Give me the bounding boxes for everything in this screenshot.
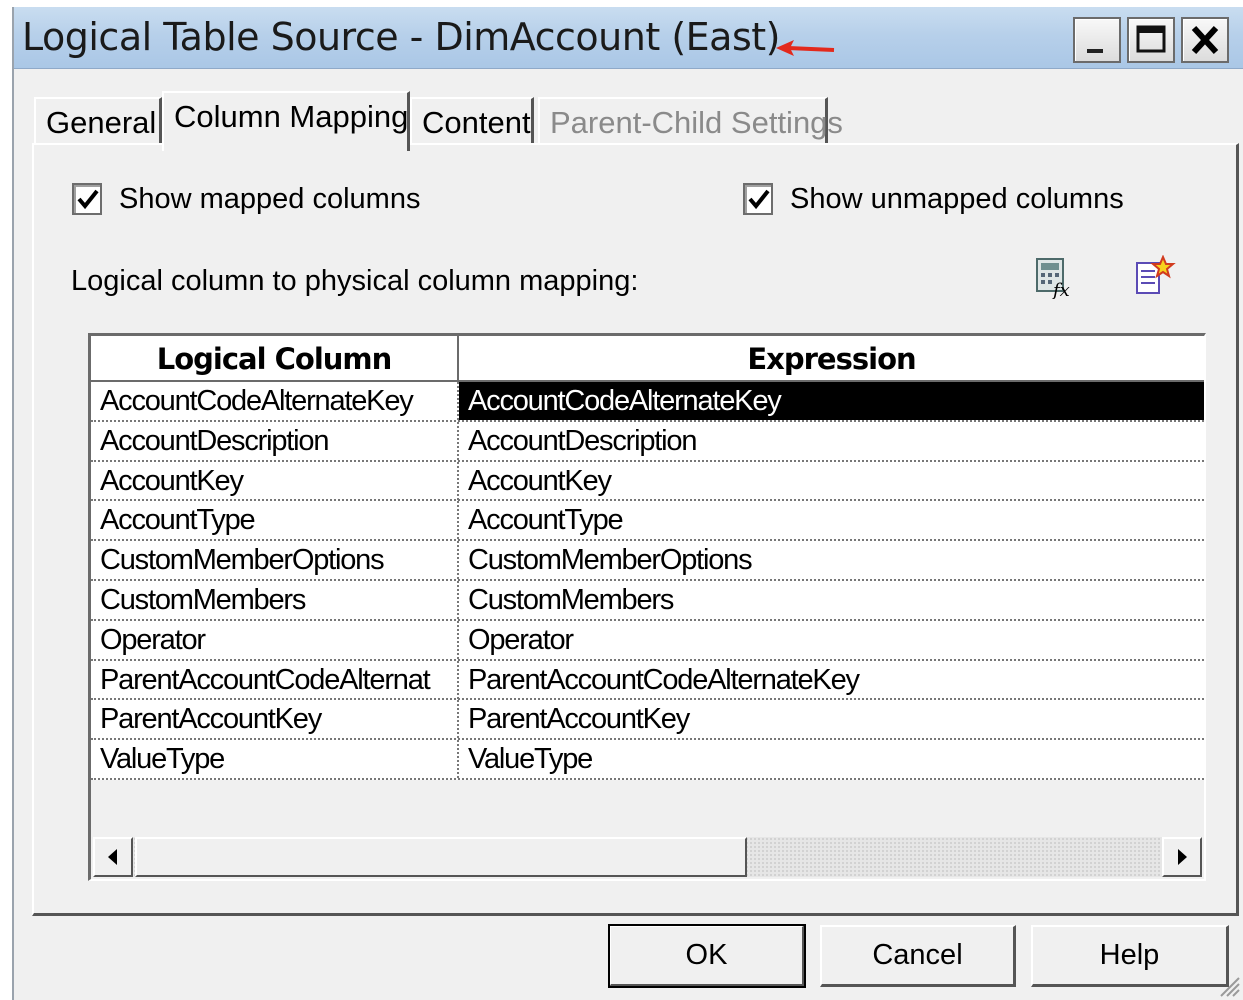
- resize-grip-icon[interactable]: [1215, 972, 1241, 998]
- scroll-right-button[interactable]: [1162, 837, 1202, 877]
- mapping-label: Logical column to physical column mappin…: [71, 265, 639, 297]
- tab-column-mapping[interactable]: Column Mapping: [162, 91, 410, 151]
- table-row[interactable]: CustomMembers CustomMembers: [91, 580, 1204, 621]
- expression-cell[interactable]: AccountDescription: [459, 422, 1204, 460]
- checkmark-icon: [77, 189, 99, 210]
- maximize-icon: [1136, 25, 1166, 53]
- table-row[interactable]: CustomMemberOptions CustomMemberOptions: [91, 541, 1204, 581]
- expression-builder-icon: fx: [1036, 258, 1070, 301]
- logical-column-cell[interactable]: CustomMembers: [91, 580, 459, 619]
- cancel-button[interactable]: Cancel: [820, 925, 1016, 987]
- scrollbar-thumb[interactable]: [135, 837, 747, 877]
- table-row[interactable]: ValueType ValueType: [91, 740, 1204, 780]
- expression-cell[interactable]: AccountType: [459, 501, 1204, 539]
- tab-label: Column Mapping: [174, 99, 409, 134]
- tab-general[interactable]: General: [34, 97, 162, 147]
- logical-column-cell[interactable]: AccountType: [91, 501, 459, 540]
- show-mapped-label[interactable]: Show mapped columns: [119, 183, 420, 216]
- arrow-right-icon: [1178, 849, 1187, 865]
- window-title: Logical Table Source - DimAccount (East): [22, 15, 780, 59]
- show-unmapped-checkbox[interactable]: [743, 183, 773, 215]
- checkmark-icon: [748, 189, 770, 210]
- show-unmapped-label[interactable]: Show unmapped columns: [790, 183, 1124, 216]
- maximize-button[interactable]: [1127, 17, 1175, 63]
- mapping-rows: AccountCodeAlternateKey AccountCodeAlter…: [91, 382, 1204, 780]
- close-icon: [1191, 25, 1219, 55]
- arrow-left-icon: [108, 849, 117, 865]
- tab-label: General: [46, 105, 157, 140]
- expression-cell[interactable]: Operator: [459, 621, 1204, 659]
- mapping-table: Logical Column Expression AccountCodeAlt…: [88, 333, 1206, 881]
- table-row[interactable]: ParentAccountCodeAlternat ParentAccountC…: [91, 660, 1204, 701]
- new-mapping-button[interactable]: [1133, 254, 1177, 303]
- logical-column-cell[interactable]: AccountDescription: [91, 421, 459, 460]
- column-mapping-panel: Show mapped columns Show unmapped column…: [32, 143, 1239, 916]
- logical-column-cell[interactable]: ValueType: [91, 740, 459, 779]
- expression-cell[interactable]: CustomMemberOptions: [459, 541, 1204, 579]
- red-arrow-annotation: [776, 40, 835, 56]
- logical-column-cell[interactable]: ParentAccountKey: [91, 700, 459, 739]
- close-button[interactable]: [1181, 17, 1229, 63]
- dialog-window: Logical Table Source - DimAccount (East)…: [12, 7, 1243, 1000]
- expression-cell[interactable]: CustomMembers: [459, 581, 1204, 619]
- expression-cell-selected[interactable]: AccountCodeAlternateKey: [459, 382, 1204, 420]
- tab-content[interactable]: Content: [410, 97, 534, 147]
- logical-column-cell[interactable]: AccountCodeAlternateKey: [91, 382, 459, 420]
- scroll-left-button[interactable]: [93, 837, 133, 877]
- table-row[interactable]: AccountCodeAlternateKey AccountCodeAlter…: [91, 382, 1204, 422]
- expression-header[interactable]: Expression: [459, 336, 1204, 382]
- horizontal-scrollbar[interactable]: [93, 837, 1202, 877]
- table-row[interactable]: ParentAccountKey ParentAccountKey: [91, 700, 1204, 741]
- expression-cell[interactable]: AccountKey: [459, 462, 1204, 500]
- table-row[interactable]: AccountType AccountType: [91, 501, 1204, 542]
- tab-label: Parent-Child Settings: [550, 105, 843, 140]
- expression-builder-button[interactable]: fx: [1034, 255, 1078, 303]
- title-bar[interactable]: Logical Table Source - DimAccount (East): [14, 7, 1243, 69]
- help-button[interactable]: Help: [1031, 925, 1229, 987]
- expression-cell[interactable]: ValueType: [459, 740, 1204, 778]
- show-mapped-checkbox[interactable]: [72, 183, 102, 215]
- expression-cell[interactable]: ParentAccountKey: [459, 700, 1204, 738]
- logical-column-cell[interactable]: Operator: [91, 620, 459, 659]
- expression-cell[interactable]: ParentAccountCodeAlternateKey: [459, 661, 1204, 699]
- table-row[interactable]: AccountDescription AccountDescription: [91, 421, 1204, 462]
- tab-parent-child-settings: Parent-Child Settings: [538, 97, 843, 147]
- table-row[interactable]: AccountKey AccountKey: [91, 461, 1204, 502]
- new-document-star-icon: [1136, 254, 1176, 294]
- ok-button[interactable]: OK: [608, 924, 806, 988]
- minimize-button[interactable]: [1073, 17, 1121, 63]
- svg-text:fx: fx: [1051, 280, 1070, 299]
- table-row[interactable]: Operator Operator: [91, 620, 1204, 661]
- logical-column-cell[interactable]: AccountKey: [91, 461, 459, 500]
- tab-label: Content: [422, 105, 531, 140]
- logical-column-cell[interactable]: ParentAccountCodeAlternat: [91, 660, 459, 699]
- logical-column-header[interactable]: Logical Column: [91, 336, 459, 382]
- logical-column-cell[interactable]: CustomMemberOptions: [91, 541, 459, 580]
- minimize-icon: [1087, 49, 1103, 53]
